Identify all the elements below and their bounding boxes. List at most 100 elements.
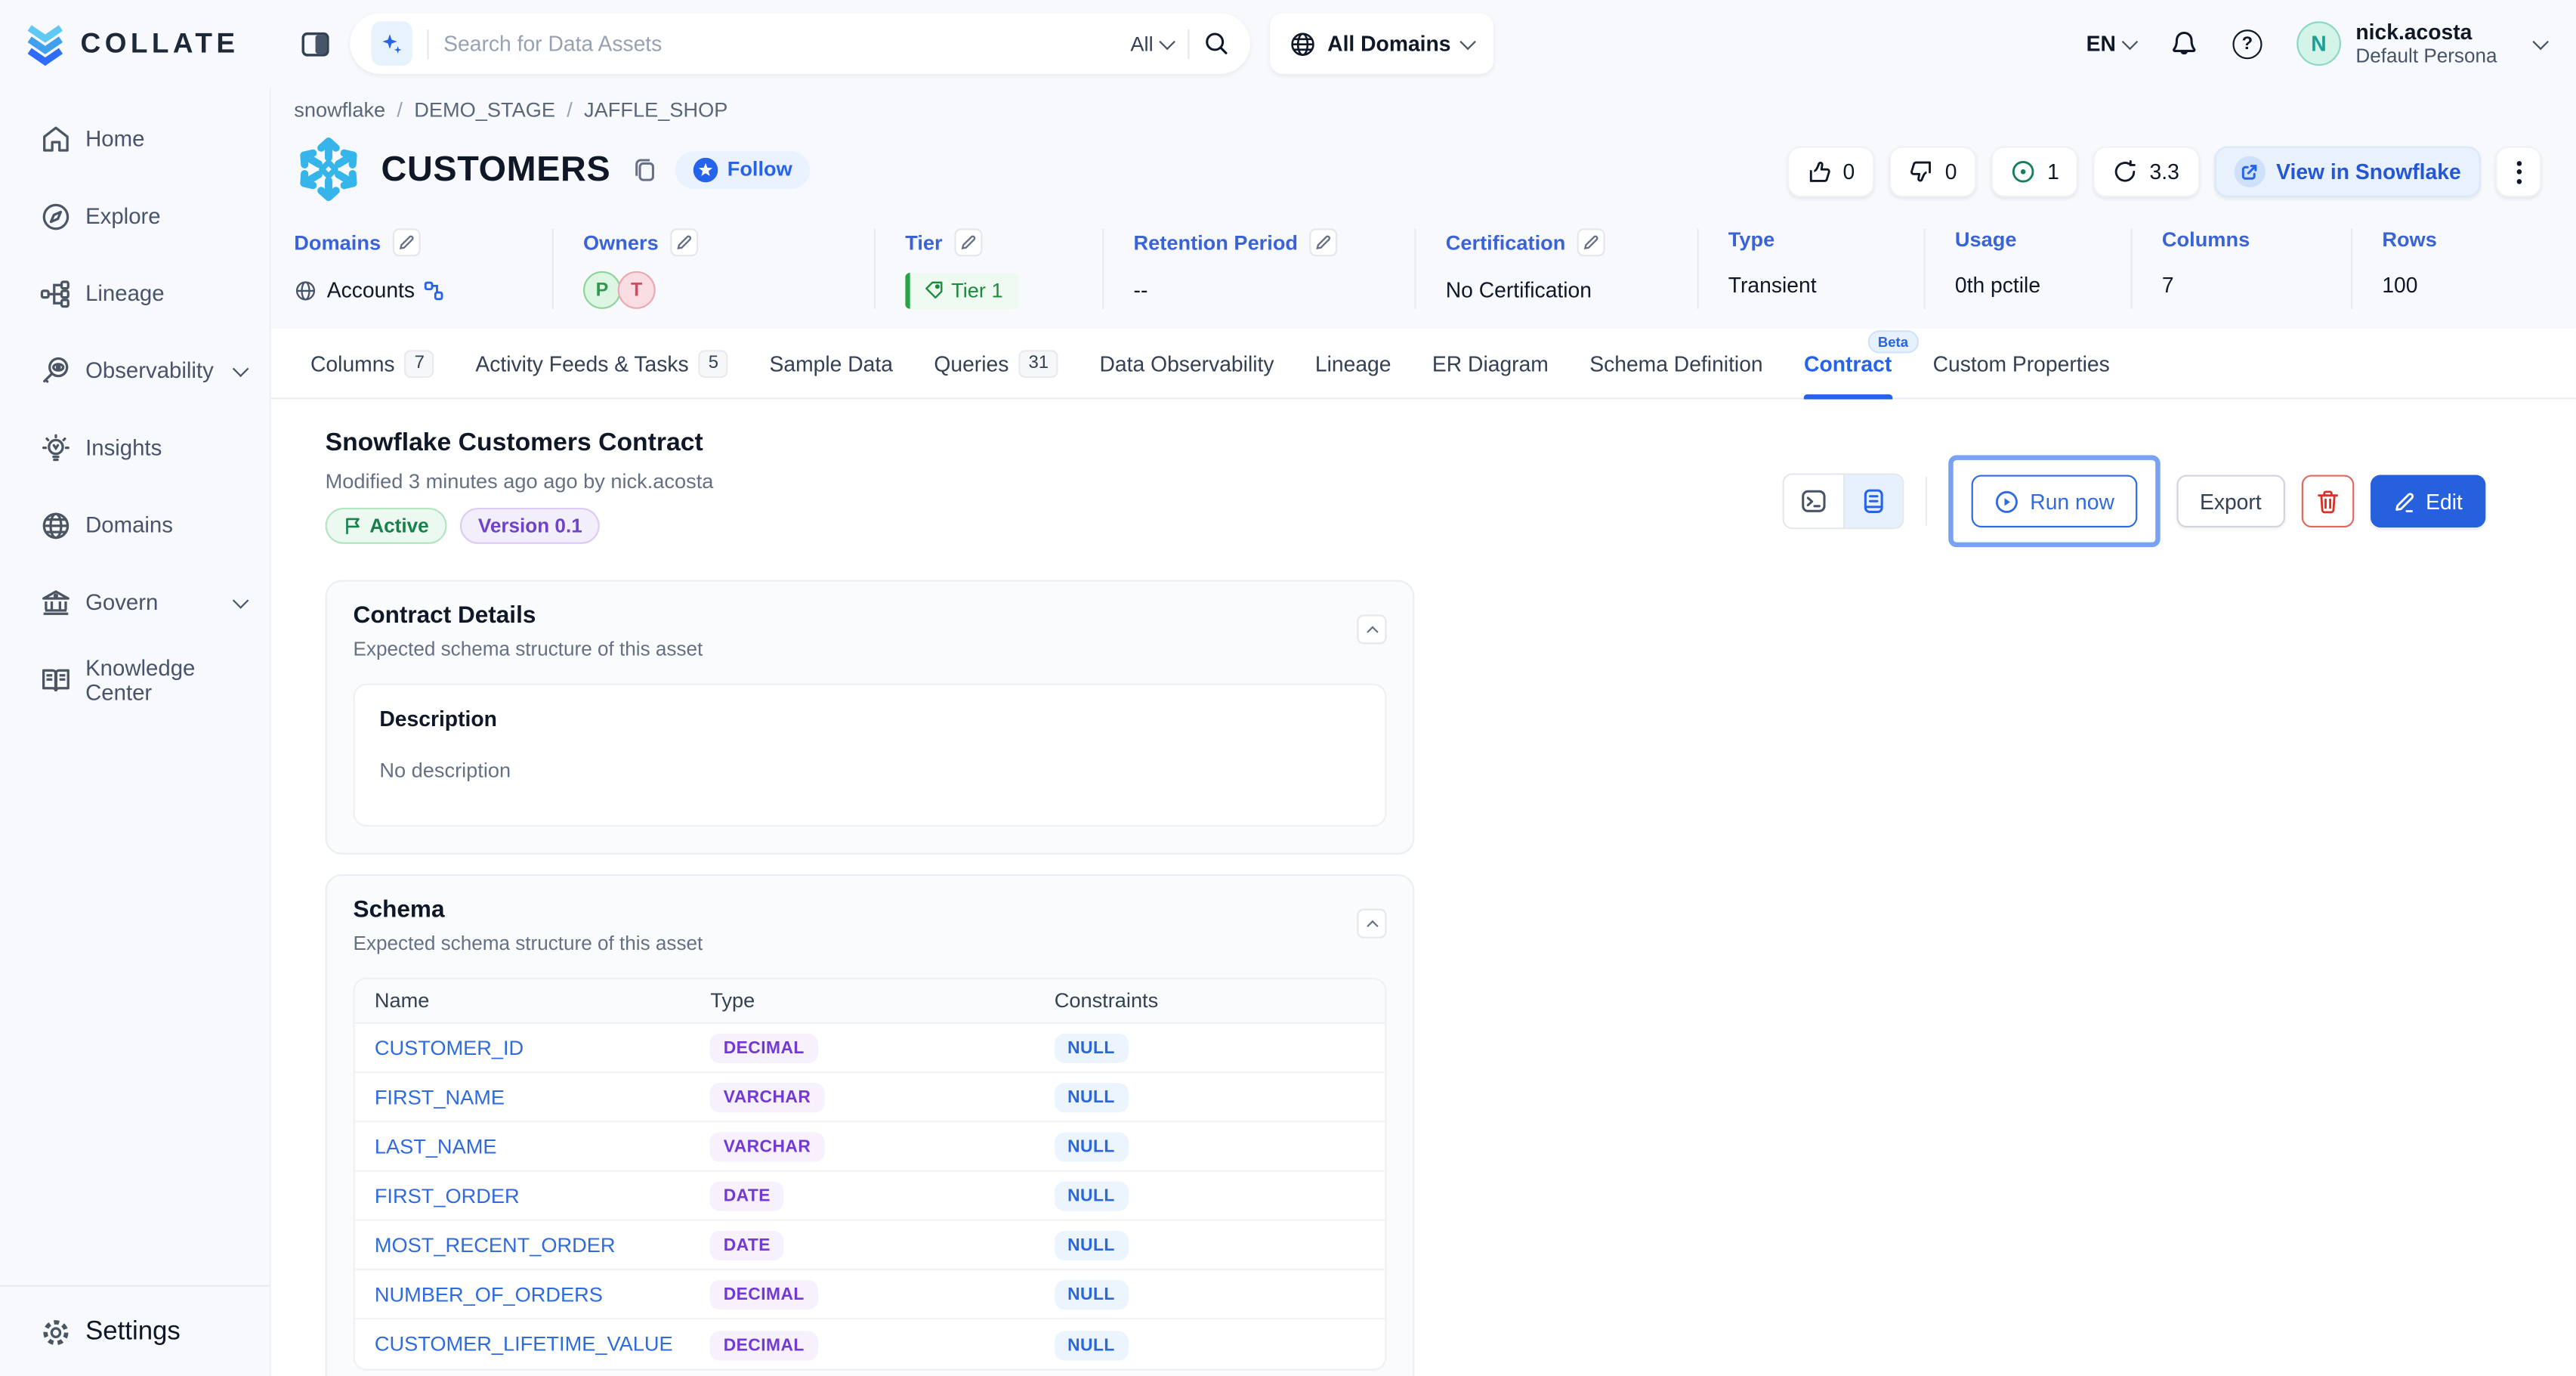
sidebar-item-home[interactable]: Home <box>0 100 270 178</box>
edit-domains-icon[interactable] <box>392 228 420 256</box>
task-count-button[interactable]: 1 <box>1991 147 2079 197</box>
tab-queries[interactable]: Queries31 <box>934 328 1058 399</box>
entity-metadata-row: Domains Accounts Owners <box>294 228 2543 329</box>
more-actions-button[interactable] <box>2495 147 2541 197</box>
edit-retention-icon[interactable] <box>1309 228 1337 256</box>
column-name-link[interactable]: FIRST_ORDER <box>375 1184 520 1207</box>
chevron-down-icon <box>1159 33 1175 50</box>
column-name-link[interactable]: CUSTOMER_ID <box>375 1036 524 1059</box>
thumbs-up-icon <box>1807 159 1832 184</box>
column-type-badge: DECIMAL <box>710 1280 817 1310</box>
edit-contract-button[interactable]: Edit <box>2370 475 2485 527</box>
column-name-link[interactable]: LAST_NAME <box>375 1135 497 1158</box>
owner-avatar[interactable]: P <box>583 271 621 309</box>
tab-sample-data[interactable]: Sample Data <box>770 328 893 399</box>
collapse-schema-button[interactable] <box>1357 909 1386 938</box>
snowflake-service-icon <box>294 135 363 203</box>
search-scope-dropdown[interactable]: All <box>1130 32 1172 54</box>
downvote-button[interactable]: 0 <box>1889 147 1977 197</box>
language-selector[interactable]: EN <box>2086 31 2136 56</box>
column-type-badge: DECIMAL <box>710 1034 817 1063</box>
owner-avatar[interactable]: T <box>618 271 656 309</box>
tab-columns[interactable]: Columns7 <box>310 328 434 399</box>
column-constraint-badge: NULL <box>1055 1083 1128 1112</box>
upvote-button[interactable]: 0 <box>1787 147 1875 197</box>
sidebar-item-insights[interactable]: Insights <box>0 410 270 487</box>
domain-link[interactable]: Accounts <box>327 278 415 303</box>
column-constraint-badge: NULL <box>1055 1231 1128 1260</box>
sidebar-item-observability[interactable]: Observability <box>0 332 270 409</box>
breadcrumb-service[interactable]: snowflake <box>294 98 385 121</box>
delete-contract-button[interactable] <box>2301 475 2354 527</box>
column-name-link[interactable]: FIRST_NAME <box>375 1085 505 1108</box>
user-persona: Default Persona <box>2355 44 2497 69</box>
notifications-bell-icon[interactable] <box>2170 29 2198 58</box>
tab-custom-properties[interactable]: Custom Properties <box>1933 328 2110 399</box>
table-row: FIRST_NAME VARCHAR NULL <box>355 1073 1385 1122</box>
entity-tabbar: Columns7 Activity Feeds & Tasks5 Sample … <box>271 329 2576 400</box>
help-icon[interactable]: ? <box>2232 29 2262 58</box>
tab-activity-feeds[interactable]: Activity Feeds & Tasks5 <box>475 328 728 399</box>
column-name-link[interactable]: CUSTOMER_LIFETIME_VALUE <box>375 1333 673 1356</box>
sparkle-icon[interactable] <box>371 21 412 66</box>
search-input[interactable] <box>443 31 1116 56</box>
all-domains-button[interactable]: All Domains <box>1270 13 1493 73</box>
card-subtitle: Expected schema structure of this asset <box>354 638 1387 660</box>
column-name-link[interactable]: MOST_RECENT_ORDER <box>375 1233 616 1256</box>
meta-certification: Certification No Certification <box>1416 228 1699 309</box>
edit-tier-icon[interactable] <box>954 228 982 256</box>
insights-bulb-icon <box>39 431 72 464</box>
govern-bank-icon <box>39 586 72 618</box>
export-button[interactable]: Export <box>2177 475 2285 527</box>
chevron-down-icon <box>1460 33 1477 50</box>
column-type-badge: DATE <box>710 1231 783 1260</box>
sidebar-toggle-icon[interactable] <box>301 29 330 58</box>
entity-stats: 0 0 1 3.3 <box>1787 147 2542 197</box>
version-history-button[interactable]: 3.3 <box>2094 147 2199 197</box>
breadcrumb-database[interactable]: DEMO_STAGE <box>414 98 555 121</box>
table-row: CUSTOMER_LIFETIME_VALUE DECIMAL NULL <box>355 1319 1385 1368</box>
column-type-badge: DATE <box>710 1182 783 1211</box>
edit-certification-icon[interactable] <box>1577 228 1605 256</box>
contract-view-toggle <box>1782 473 1904 529</box>
meta-columns: Columns 7 <box>2133 228 2352 309</box>
tab-contract[interactable]: ContractBeta <box>1804 328 1892 399</box>
sidebar-item-knowledge-center[interactable]: Knowledge Center <box>0 641 270 718</box>
collate-chevrons-icon <box>23 21 67 66</box>
column-type-badge: VARCHAR <box>710 1083 823 1112</box>
yaml-view-button[interactable] <box>1784 475 1842 527</box>
contract-title: Snowflake Customers Contract <box>326 429 714 459</box>
document-view-button[interactable] <box>1842 475 1901 527</box>
sidebar-item-lineage[interactable]: Lineage <box>0 255 270 332</box>
collapse-details-button[interactable] <box>1357 614 1386 644</box>
sidebar-item-explore[interactable]: Explore <box>0 178 270 255</box>
run-now-button[interactable]: Run now <box>1971 475 2137 527</box>
copy-icon[interactable] <box>632 156 657 183</box>
breadcrumb-schema[interactable]: JAFFLE_SHOP <box>584 98 727 121</box>
breadcrumb: snowflake / DEMO_STAGE / JAFFLE_SHOP <box>294 98 2543 121</box>
sidebar-item-govern[interactable]: Govern <box>0 564 270 641</box>
sidebar-item-domains[interactable]: Domains <box>0 487 270 564</box>
tab-lineage[interactable]: Lineage <box>1315 328 1391 399</box>
table-row: NUMBER_OF_ORDERS DECIMAL NULL <box>355 1270 1385 1319</box>
table-row: LAST_NAME VARCHAR NULL <box>355 1122 1385 1171</box>
external-link-icon <box>2234 156 2265 187</box>
user-menu[interactable]: N nick.acosta Default Persona <box>2296 19 2547 68</box>
contract-modified-text: Modified 3 minutes ago ago by nick.acost… <box>326 470 714 493</box>
app-window: COLLATE All All Domains <box>0 0 2576 1376</box>
tab-er-diagram[interactable]: ER Diagram <box>1432 328 1549 399</box>
table-row: FIRST_ORDER DATE NULL <box>355 1172 1385 1221</box>
edit-owners-icon[interactable] <box>670 228 698 256</box>
collate-logo[interactable]: COLLATE <box>0 21 271 66</box>
brand-name: COLLATE <box>81 27 239 60</box>
left-sidebar: Home Explore Lineage Observability Insig… <box>0 87 271 1376</box>
column-name-link[interactable]: NUMBER_OF_ORDERS <box>375 1282 603 1305</box>
sidebar-item-settings[interactable]: Settings <box>0 1285 270 1376</box>
tab-schema-definition[interactable]: Schema Definition <box>1589 328 1762 399</box>
user-name: nick.acosta <box>2355 19 2497 44</box>
view-in-snowflake-button[interactable]: View in Snowflake <box>2213 147 2480 197</box>
search-icon[interactable] <box>1204 31 1229 56</box>
terminal-icon <box>1800 488 1827 515</box>
follow-button[interactable]: Follow <box>675 150 811 188</box>
tab-data-observability[interactable]: Data Observability <box>1100 328 1274 399</box>
